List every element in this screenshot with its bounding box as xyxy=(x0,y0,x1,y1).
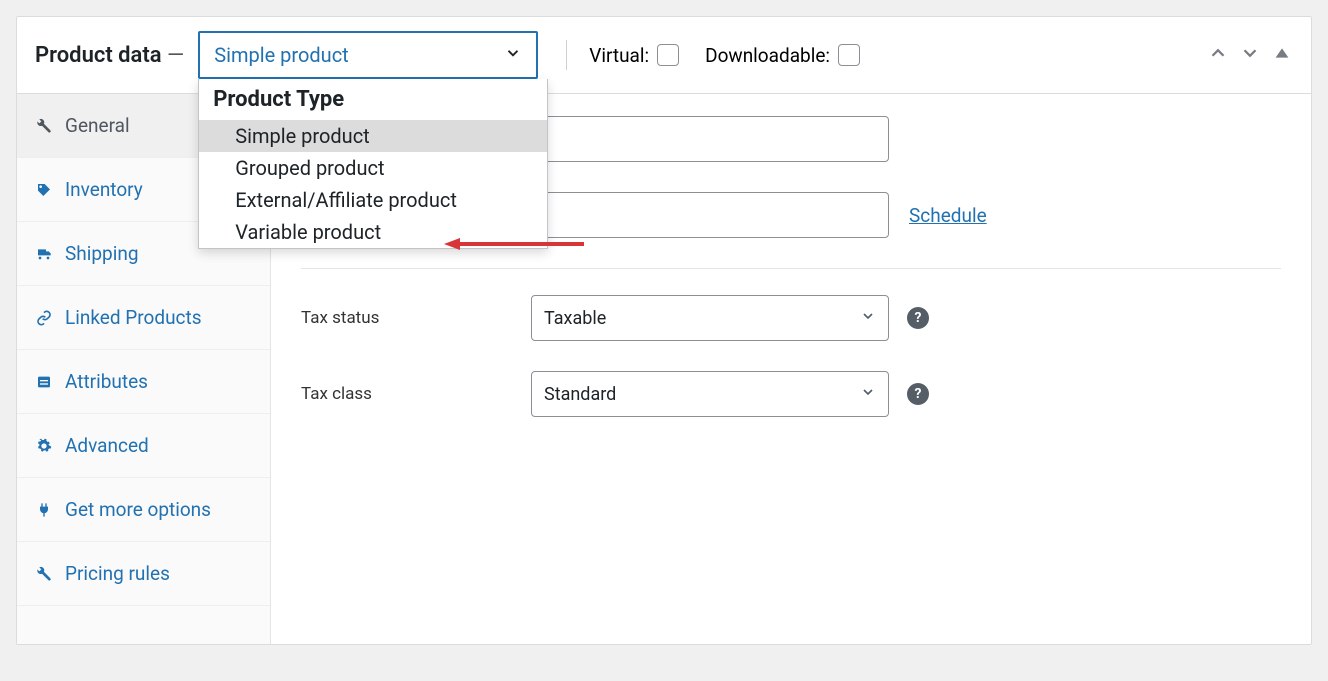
link-icon xyxy=(35,310,53,326)
virtual-checkbox[interactable] xyxy=(657,44,679,66)
tab-label: Inventory xyxy=(65,178,143,201)
dropdown-item-variable[interactable]: Variable product xyxy=(199,216,547,248)
move-up-icon[interactable] xyxy=(1207,42,1229,68)
tab-label: Attributes xyxy=(65,370,148,393)
chevron-down-icon xyxy=(504,43,522,67)
product-data-panel: Product data — Simple product Product Ty… xyxy=(16,16,1312,645)
dropdown-item-external[interactable]: External/Affiliate product xyxy=(199,184,547,216)
tab-label: Get more options xyxy=(65,498,211,521)
dropdown-item-simple[interactable]: Simple product xyxy=(199,120,547,152)
move-down-icon[interactable] xyxy=(1239,42,1261,68)
tab-label: General xyxy=(65,114,130,137)
divider xyxy=(301,268,1281,269)
tax-class-select[interactable]: Standard xyxy=(531,371,889,417)
sale-price-input[interactable] xyxy=(531,192,889,238)
panel-controls xyxy=(1207,42,1293,68)
schedule-link[interactable]: Schedule xyxy=(909,204,987,227)
tax-class-row: Tax class Standard ? xyxy=(301,371,1281,417)
plug-icon xyxy=(35,502,53,518)
list-icon xyxy=(35,374,53,390)
tab-label: Pricing rules xyxy=(65,562,170,585)
tab-label: Advanced xyxy=(65,434,149,457)
tab-label: Linked Products xyxy=(65,306,202,329)
wrench-icon xyxy=(35,118,53,134)
product-type-select[interactable]: Simple product xyxy=(198,31,538,79)
collapse-icon[interactable] xyxy=(1271,42,1293,68)
regular-price-input[interactable] xyxy=(531,116,889,162)
product-type-dropdown: Product Type Simple product Grouped prod… xyxy=(198,79,548,249)
help-icon[interactable]: ? xyxy=(907,307,929,329)
truck-icon xyxy=(35,246,53,262)
dropdown-item-grouped[interactable]: Grouped product xyxy=(199,152,547,184)
wrench-icon xyxy=(35,566,53,582)
tab-attributes[interactable]: Attributes xyxy=(17,350,270,414)
tab-linked[interactable]: Linked Products xyxy=(17,286,270,350)
chevron-down-icon xyxy=(860,308,876,329)
tax-class-label: Tax class xyxy=(301,384,531,404)
tab-advanced[interactable]: Advanced xyxy=(17,414,270,478)
product-type-value: Simple product xyxy=(214,43,348,67)
downloadable-checkbox[interactable] xyxy=(838,44,860,66)
panel-header: Product data — Simple product Product Ty… xyxy=(17,17,1311,94)
tag-icon xyxy=(35,182,53,198)
dropdown-group-label: Product Type xyxy=(199,79,547,120)
tax-status-label: Tax status xyxy=(301,308,531,328)
tax-status-select[interactable]: Taxable xyxy=(531,295,889,341)
tab-label: Shipping xyxy=(65,242,139,265)
tab-pricing[interactable]: Pricing rules xyxy=(17,542,270,606)
downloadable-label: Downloadable: xyxy=(705,44,860,67)
gear-icon xyxy=(35,438,53,454)
virtual-label: Virtual: xyxy=(589,44,679,67)
chevron-down-icon xyxy=(860,384,876,405)
product-type-select-wrap: Simple product Product Type Simple produ… xyxy=(198,31,538,79)
help-icon[interactable]: ? xyxy=(907,383,929,405)
panel-title: Product data — xyxy=(35,43,184,68)
tab-get-more[interactable]: Get more options xyxy=(17,478,270,542)
separator xyxy=(566,40,567,70)
tax-status-row: Tax status Taxable ? xyxy=(301,295,1281,341)
